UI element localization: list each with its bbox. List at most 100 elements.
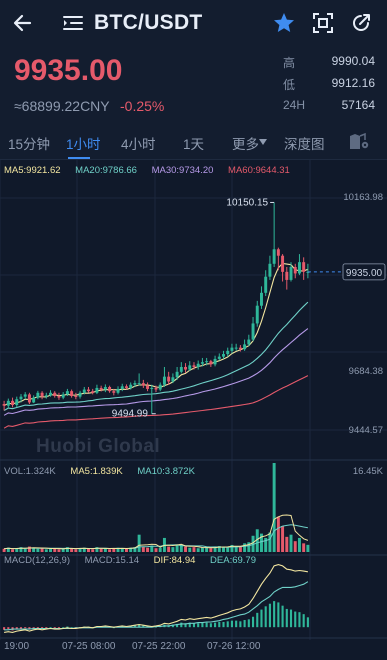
candle-body bbox=[162, 376, 166, 385]
volume-bar bbox=[146, 547, 150, 552]
candle-body bbox=[272, 249, 276, 264]
volume-bar bbox=[57, 549, 61, 552]
stats-panel: 高 9990.04 低 9912.16 24H 57164 bbox=[283, 54, 375, 120]
candle-body bbox=[251, 323, 255, 340]
chart-settings-icon[interactable] bbox=[348, 131, 370, 151]
volume-bar bbox=[44, 549, 48, 552]
candle-body bbox=[281, 255, 285, 272]
volume-bar bbox=[238, 546, 242, 552]
dif-label: DIF:84.94 bbox=[153, 555, 196, 566]
stat-value: 57164 bbox=[341, 98, 375, 112]
candle-body bbox=[167, 376, 171, 382]
stat-low: 低 9912.16 bbox=[283, 76, 375, 98]
time-label: 07-25 08:00 bbox=[62, 641, 116, 652]
watermark: Huobi Global bbox=[36, 436, 161, 457]
volume-bar bbox=[154, 548, 158, 552]
macd-histogram-bar bbox=[192, 623, 196, 628]
volume-bar bbox=[137, 534, 141, 552]
volume-bar bbox=[171, 547, 175, 552]
candle-body bbox=[120, 386, 124, 389]
candle-body bbox=[11, 400, 15, 406]
chevron-down-icon[interactable] bbox=[259, 139, 267, 145]
time-label: 19:00 bbox=[4, 641, 30, 652]
candlestick-chart[interactable]: 10150.15 9494.99 9935.00 bbox=[0, 160, 387, 660]
candle-body bbox=[243, 344, 247, 350]
candle-body bbox=[137, 383, 141, 385]
candle-body bbox=[32, 397, 36, 403]
tab-15min[interactable]: 15分钟 bbox=[8, 133, 50, 153]
macd-histogram-bar bbox=[209, 623, 212, 628]
volume-bar bbox=[158, 547, 162, 552]
candle-body bbox=[238, 347, 242, 350]
volume-bar bbox=[281, 526, 285, 552]
volume-bar bbox=[87, 548, 90, 552]
menu-list-icon[interactable] bbox=[62, 13, 84, 33]
candle-body bbox=[150, 387, 154, 389]
candle-body bbox=[255, 305, 259, 324]
candle-body bbox=[196, 363, 200, 367]
macd-histogram-bar bbox=[247, 619, 250, 628]
ma60-line bbox=[3, 375, 309, 429]
macd-histogram-bar bbox=[19, 627, 23, 629]
ma-legend: MA5:9921.62 MA20:9786.66 MA30:9734.20 MA… bbox=[4, 165, 302, 176]
volume-bar bbox=[49, 548, 52, 552]
trading-pair-title[interactable]: BTC/USDT bbox=[94, 11, 203, 35]
stat-24h-volume: 24H 57164 bbox=[283, 98, 375, 120]
current-price-tag: 9935.00 bbox=[346, 268, 383, 279]
candle-body bbox=[40, 392, 44, 397]
candle-body bbox=[141, 383, 145, 386]
tab-1day[interactable]: 1天 bbox=[183, 133, 204, 153]
last-price: 9935.00 bbox=[14, 54, 123, 87]
candle-body bbox=[234, 347, 238, 349]
candle-body bbox=[276, 249, 280, 256]
volume-legend: VOL:1.324K MA5:1.839K MA10:3.872K bbox=[4, 466, 207, 477]
macd-histogram-bar bbox=[302, 614, 305, 628]
back-arrow-icon[interactable] bbox=[10, 10, 36, 36]
candle-body bbox=[2, 404, 6, 406]
macd-histogram-bar bbox=[251, 616, 255, 628]
macd-histogram-bar bbox=[230, 620, 233, 628]
candle-body bbox=[65, 391, 69, 395]
candle-body bbox=[192, 365, 196, 367]
dea-label: DEA:69.79 bbox=[210, 555, 256, 566]
candle-body bbox=[112, 391, 116, 393]
volume-bar bbox=[188, 547, 192, 552]
macd-histogram-bar bbox=[239, 621, 242, 628]
price-tick-top: 10163.98 bbox=[343, 192, 383, 203]
volume-bar bbox=[200, 547, 204, 552]
candle-body bbox=[146, 385, 150, 389]
volume-bar bbox=[276, 516, 280, 552]
tab-depth-chart[interactable]: 深度图 bbox=[284, 133, 325, 153]
volume-bar bbox=[184, 546, 188, 552]
candle-body bbox=[70, 391, 74, 397]
volume-bar bbox=[297, 537, 301, 552]
macd-histogram-bar bbox=[298, 612, 301, 628]
stat-label: 高 bbox=[283, 56, 296, 70]
macd-histogram-bar bbox=[277, 602, 280, 628]
volume-bar bbox=[192, 547, 196, 552]
volume-bar bbox=[167, 546, 171, 552]
fullscreen-icon[interactable] bbox=[312, 12, 334, 34]
tab-1hour[interactable]: 1小时 bbox=[66, 133, 101, 153]
share-icon[interactable] bbox=[350, 12, 372, 34]
macd-value-label: MACD:15.14 bbox=[84, 555, 140, 566]
star-icon[interactable] bbox=[272, 11, 296, 35]
high-price-marker: 10150.15 bbox=[226, 197, 268, 208]
candle-body bbox=[184, 366, 188, 370]
macd-histogram-bar bbox=[285, 608, 288, 628]
candle-body bbox=[230, 347, 234, 351]
candle-body bbox=[226, 350, 230, 355]
tab-more[interactable]: 更多 bbox=[232, 133, 259, 153]
candle-body bbox=[61, 394, 65, 398]
volume-bar bbox=[209, 548, 213, 552]
tab-4hour[interactable]: 4小时 bbox=[121, 133, 156, 153]
candle-body bbox=[222, 354, 225, 357]
volume-bar bbox=[289, 534, 293, 552]
macd-histogram-bar bbox=[268, 603, 271, 628]
candle-body bbox=[129, 384, 133, 388]
candle-body bbox=[188, 365, 192, 370]
stat-label: 低 bbox=[283, 78, 296, 92]
ma60-label: MA60:9644.31 bbox=[228, 165, 290, 176]
volume-bar bbox=[272, 463, 276, 552]
candle-body bbox=[171, 377, 175, 382]
